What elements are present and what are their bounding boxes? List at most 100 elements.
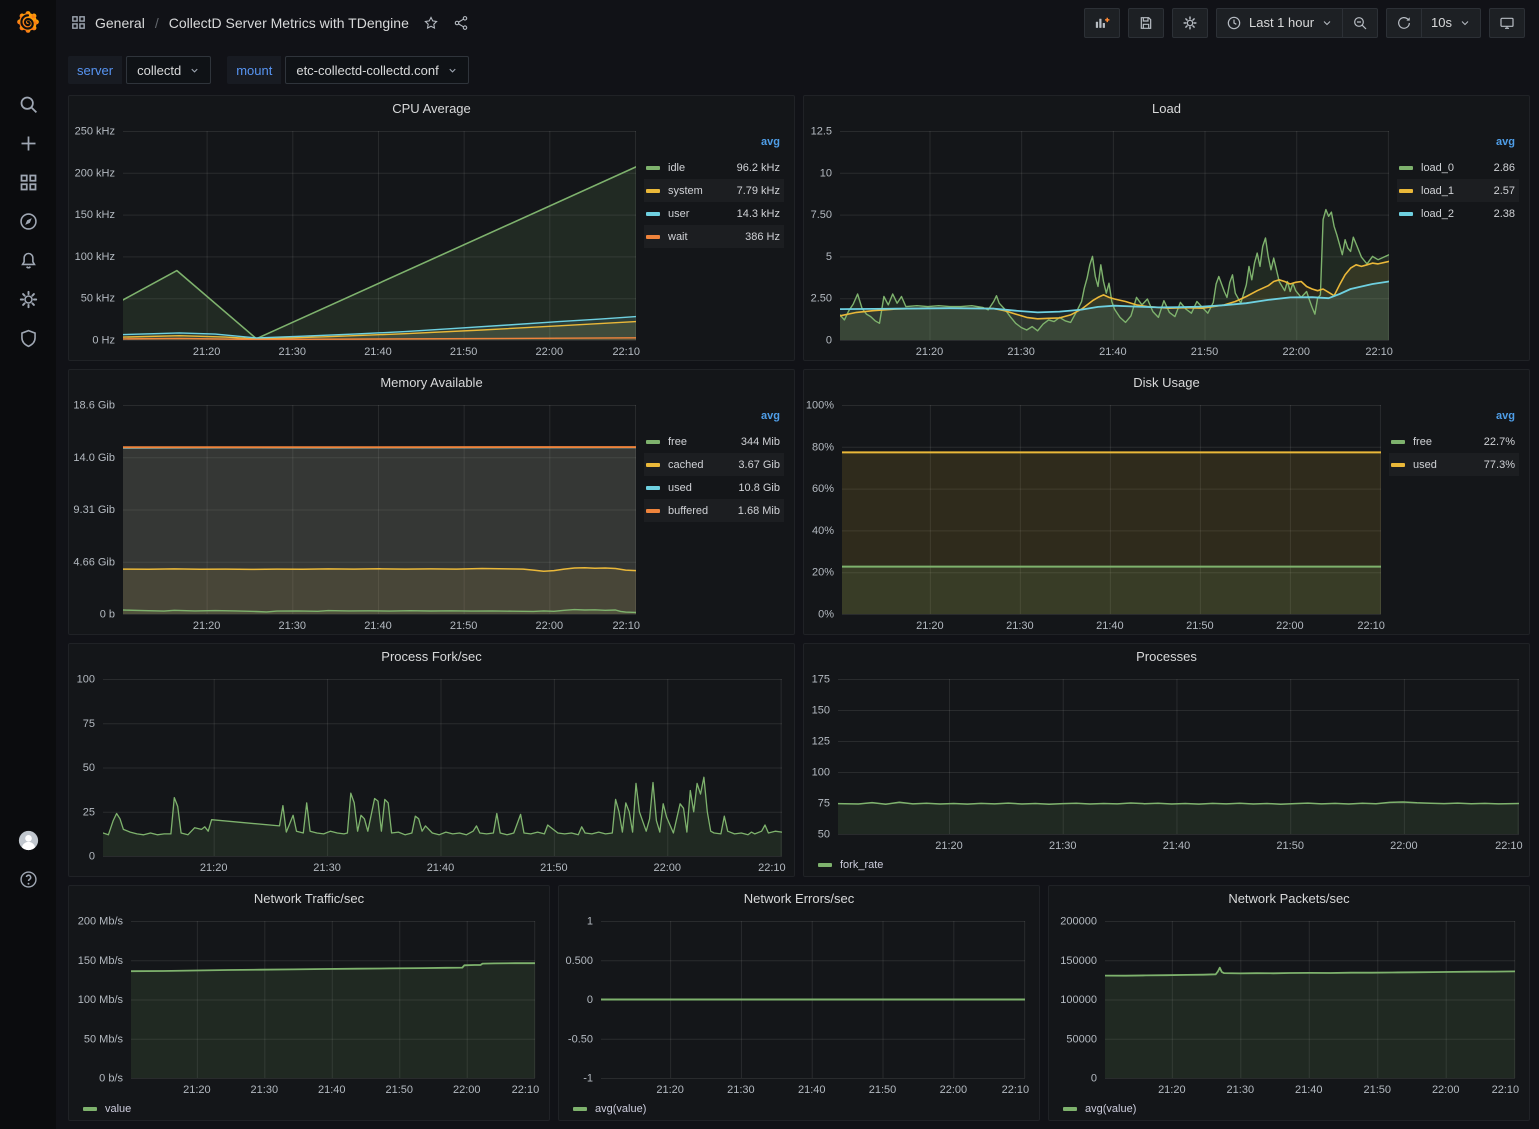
alerting-bell-icon[interactable] (16, 248, 40, 272)
chart-area[interactable]: 02.5057.501012.521:2021:3021:4021:5022:0… (804, 122, 1397, 360)
legend-item[interactable]: idle96.2 kHz (644, 156, 784, 179)
dashboard-settings-button[interactable] (1172, 8, 1208, 38)
explore-compass-icon[interactable] (16, 209, 40, 233)
svg-text:21:40: 21:40 (318, 1084, 346, 1096)
dashboards-grid-icon[interactable] (70, 14, 87, 31)
dashboard-title[interactable]: CollectD Server Metrics with TDengine (169, 15, 409, 31)
chart-canvas[interactable]: 507510012515017521:2021:3021:4021:5022:0… (804, 670, 1529, 854)
svg-text:21:20: 21:20 (656, 1084, 684, 1096)
help-question-icon[interactable] (16, 867, 40, 891)
legend-avg-header[interactable]: avg (644, 136, 784, 156)
share-icon[interactable] (453, 15, 469, 31)
chart-area[interactable]: 0 Hz50 kHz100 kHz150 kHz200 kHz250 kHz21… (69, 122, 644, 360)
panel-title[interactable]: CPU Average (69, 96, 794, 122)
chevron-down-icon (447, 65, 458, 76)
series-color-dash-icon (646, 189, 660, 193)
breadcrumb-separator: / (153, 15, 161, 31)
svg-text:7.50: 7.50 (811, 209, 832, 221)
panel-legend[interactable]: fork_rate (804, 854, 1529, 876)
series-color-dash-icon (1391, 463, 1405, 467)
chart-canvas[interactable]: -1-0.5000.500121:2021:3021:4021:5022:002… (559, 912, 1039, 1098)
panel-title[interactable]: Disk Usage (804, 370, 1529, 396)
chart-canvas[interactable]: 0 Hz50 kHz100 kHz150 kHz200 kHz250 kHz21… (69, 122, 644, 360)
legend-avg-header[interactable]: avg (1389, 410, 1519, 430)
chart-canvas[interactable]: 0 b4.66 Gib9.31 Gib14.0 Gib18.6 Gib21:20… (69, 396, 644, 634)
legend-item[interactable]: buffered1.68 Mib (644, 499, 784, 522)
svg-text:21:30: 21:30 (1227, 1084, 1255, 1096)
star-icon[interactable] (423, 15, 439, 31)
time-range-picker[interactable]: Last 1 hour (1216, 8, 1342, 38)
chart-area[interactable]: 025507510021:2021:3021:4021:5022:0022:10 (69, 670, 794, 876)
add-panel-button[interactable] (1084, 8, 1120, 38)
chart-canvas[interactable]: 025507510021:2021:3021:4021:5022:0022:10 (69, 670, 794, 876)
svg-text:10: 10 (820, 167, 832, 179)
legend-item[interactable]: wait386 Hz (644, 225, 784, 248)
save-dashboard-button[interactable] (1128, 8, 1164, 38)
legend-item[interactable]: used10.8 Gib (644, 476, 784, 499)
panel-title[interactable]: Processes (804, 644, 1529, 670)
chart-area[interactable]: -1-0.5000.500121:2021:3021:4021:5022:002… (559, 912, 1039, 1098)
panel-title[interactable]: Network Errors/sec (559, 886, 1039, 912)
svg-text:22:10: 22:10 (758, 862, 786, 874)
variable-value-server[interactable]: collectd (126, 56, 211, 84)
series-avg-value: 2.86 (1494, 162, 1515, 174)
grafana-logo-icon[interactable] (13, 6, 43, 36)
chart-area[interactable]: 0 b/s50 Mb/s100 Mb/s150 Mb/s200 Mb/s21:2… (69, 912, 549, 1098)
search-icon[interactable] (16, 92, 40, 116)
legend-item[interactable]: system7.79 kHz (644, 179, 784, 202)
create-plus-icon[interactable] (16, 131, 40, 155)
svg-text:200 kHz: 200 kHz (75, 167, 115, 179)
series-avg-value: 1.68 Mib (738, 505, 780, 517)
series-name: load_2 (1421, 208, 1454, 220)
chart-area[interactable]: 0 b4.66 Gib9.31 Gib14.0 Gib18.6 Gib21:20… (69, 396, 644, 634)
svg-text:21:30: 21:30 (251, 1084, 279, 1096)
configuration-gear-icon[interactable] (16, 287, 40, 311)
breadcrumb-folder[interactable]: General (95, 15, 145, 31)
panel-title[interactable]: Network Traffic/sec (69, 886, 549, 912)
svg-text:21:40: 21:40 (1163, 840, 1191, 852)
legend-item[interactable]: load_12.57 (1397, 179, 1519, 202)
chart-area[interactable]: 05000010000015000020000021:2021:3021:402… (1049, 912, 1529, 1098)
chart-area[interactable]: 0%20%40%60%80%100%21:2021:3021:4021:5022… (804, 396, 1389, 634)
variable-value-mount[interactable]: etc-collectd-collectd.conf (285, 56, 468, 84)
legend-item[interactable]: cached3.67 Gib (644, 453, 784, 476)
chart-canvas[interactable]: 05000010000015000020000021:2021:3021:402… (1049, 912, 1529, 1098)
refresh-button[interactable] (1386, 8, 1421, 38)
panel-title[interactable]: Memory Available (69, 370, 794, 396)
chevron-down-icon (1459, 17, 1471, 29)
panel-title[interactable]: Load (804, 96, 1529, 122)
legend-item[interactable]: free344 Mib (644, 430, 784, 453)
legend-avg-header[interactable]: avg (644, 410, 784, 430)
legend-item[interactable]: load_02.86 (1397, 156, 1519, 179)
series-avg-value: 14.3 kHz (737, 208, 780, 220)
legend-item[interactable]: free22.7% (1389, 430, 1519, 453)
chart-area[interactable]: 507510012515017521:2021:3021:4021:5022:0… (804, 670, 1529, 854)
svg-text:21:30: 21:30 (1007, 346, 1035, 358)
panel-legend[interactable]: avg(value) (1049, 1098, 1529, 1120)
top-navigation: General / CollectD Server Metrics with T… (56, 0, 1539, 45)
panel-legend[interactable]: value (69, 1098, 549, 1120)
svg-text:-0.50: -0.50 (568, 1033, 593, 1045)
svg-text:21:30: 21:30 (313, 862, 341, 874)
user-avatar[interactable] (16, 828, 40, 852)
panel-title[interactable]: Network Packets/sec (1049, 886, 1529, 912)
chart-canvas[interactable]: 02.5057.501012.521:2021:3021:4021:5022:0… (804, 122, 1397, 360)
legend-item[interactable]: used77.3% (1389, 453, 1519, 476)
chart-canvas[interactable]: 0%20%40%60%80%100%21:2021:3021:4021:5022… (804, 396, 1389, 634)
panel-legend[interactable]: avg(value) (559, 1098, 1039, 1120)
dashboards-icon[interactable] (16, 170, 40, 194)
series-avg-value: 344 Mib (741, 436, 780, 448)
dashboard-variables: server collectd mount etc-collectd-colle… (68, 56, 469, 84)
legend-item[interactable]: load_22.38 (1397, 202, 1519, 225)
series-color-dash-icon (646, 440, 660, 444)
zoom-out-button[interactable] (1342, 8, 1378, 38)
chart-canvas[interactable]: 0 b/s50 Mb/s100 Mb/s150 Mb/s200 Mb/s21:2… (69, 912, 549, 1098)
legend-item[interactable]: user14.3 kHz (644, 202, 784, 225)
server-admin-shield-icon[interactable] (16, 326, 40, 350)
svg-text:22:00: 22:00 (536, 620, 564, 632)
svg-text:0: 0 (587, 994, 593, 1006)
refresh-interval-dropdown[interactable]: 10s (1421, 8, 1481, 38)
legend-avg-header[interactable]: avg (1397, 136, 1519, 156)
kiosk-mode-button[interactable] (1489, 8, 1525, 38)
panel-title[interactable]: Process Fork/sec (69, 644, 794, 670)
